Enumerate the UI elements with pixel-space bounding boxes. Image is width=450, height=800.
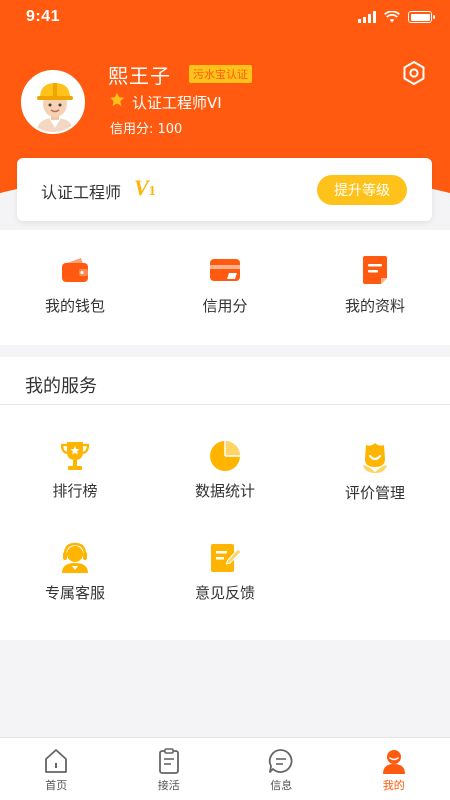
service-customer-support[interactable]: 专属客服 — [0, 541, 150, 603]
pie-chart-icon — [210, 441, 240, 471]
service-statistics-label: 数据统计 — [194, 482, 255, 500]
document-icon — [363, 256, 387, 284]
wifi-icon — [384, 11, 400, 23]
level-badge: V1 — [134, 175, 156, 201]
service-feedback-label: 意见反馈 — [194, 584, 255, 602]
avatar[interactable] — [21, 70, 85, 134]
user-name: 熙王子 — [108, 64, 171, 88]
bottom-tab-bar: 首页 接活 信息 我的 — [0, 737, 450, 800]
tab-jobs-label: 接活 — [157, 779, 180, 792]
battery-icon — [408, 11, 435, 23]
user-icon — [382, 750, 405, 774]
edit-icon — [211, 544, 242, 572]
tab-messages[interactable]: 信息 — [225, 738, 338, 800]
wallet-entry[interactable]: 我的钱包 — [0, 230, 150, 345]
status-icons — [358, 11, 435, 23]
service-reviews-label: 评价管理 — [344, 484, 405, 502]
level-card-title: 认证工程师 — [41, 183, 122, 202]
home-icon — [45, 749, 68, 773]
tab-mine[interactable]: 我的 — [338, 738, 450, 800]
flower-icon — [363, 443, 387, 473]
wallet-icon — [62, 258, 88, 282]
certification-badge: 污水宝认证 — [189, 65, 252, 83]
tab-home[interactable]: 首页 — [0, 738, 113, 800]
settings-icon[interactable] — [401, 60, 427, 86]
user-level: 认证工程师VI — [132, 94, 222, 112]
level-card: 认证工程师 V1 提升等级 — [17, 158, 432, 221]
credit-label: 信用分 — [202, 297, 248, 315]
star-icon — [110, 92, 124, 106]
service-feedback[interactable]: 意见反馈 — [150, 541, 300, 603]
level-number: 1 — [148, 184, 156, 199]
service-statistics[interactable]: 数据统计 — [150, 439, 300, 501]
tab-mine-label: 我的 — [382, 779, 405, 792]
tab-home-label: 首页 — [45, 779, 68, 792]
signal-icon — [358, 11, 376, 23]
tab-jobs[interactable]: 接活 — [113, 738, 226, 800]
level-letter: V — [134, 175, 149, 200]
service-customer-support-label: 专属客服 — [44, 584, 105, 602]
profile-data-label: 我的资料 — [344, 297, 405, 315]
profile-data-entry[interactable]: 我的资料 — [300, 230, 450, 345]
trophy-icon — [60, 442, 90, 470]
clipboard-icon — [158, 748, 179, 774]
credit-entry[interactable]: 信用分 — [150, 230, 300, 345]
wallet-label: 我的钱包 — [44, 297, 105, 315]
service-ranking[interactable]: 排行榜 — [0, 439, 150, 501]
services-section: 我的服务 排行榜 数据统计 评价管理 专属客服 意见反馈 — [0, 357, 450, 640]
upgrade-level-button[interactable]: 提升等级 — [317, 175, 407, 205]
credit-score: 信用分: 100 — [110, 122, 183, 137]
card-icon — [210, 259, 240, 281]
services-divider — [0, 404, 450, 405]
status-bar: 9:41 — [0, 0, 450, 36]
headset-icon — [62, 542, 88, 573]
services-title: 我的服务 — [25, 376, 97, 397]
chat-icon — [269, 749, 293, 773]
quick-actions: 我的钱包 信用分 我的资料 — [0, 230, 450, 345]
service-reviews[interactable]: 评价管理 — [300, 441, 450, 503]
tab-messages-label: 信息 — [270, 779, 293, 792]
status-time: 9:41 — [26, 8, 61, 25]
service-ranking-label: 排行榜 — [52, 482, 98, 500]
